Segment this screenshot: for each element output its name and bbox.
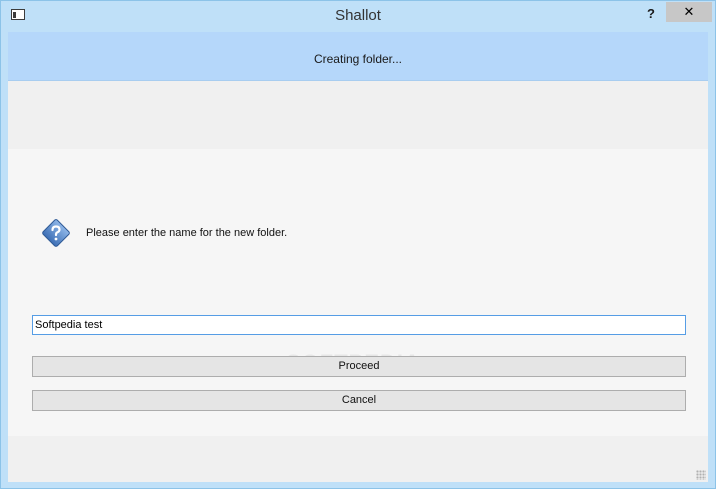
- close-icon: ✕: [683, 4, 695, 19]
- footer-area: [8, 436, 708, 482]
- prompt-label: Please enter the name for the new folder…: [86, 227, 288, 239]
- close-button[interactable]: ✕: [666, 2, 712, 22]
- folder-name-input[interactable]: [32, 315, 686, 335]
- resize-grip[interactable]: [696, 470, 706, 480]
- title-bar[interactable]: Shallot ? ✕: [1, 1, 715, 32]
- help-button[interactable]: ?: [644, 4, 658, 24]
- cancel-button[interactable]: Cancel: [32, 390, 686, 411]
- question-icon: [42, 219, 70, 247]
- window-title: Shallot: [335, 7, 381, 24]
- wizard-panel: Creating folder... Please enter the name…: [8, 32, 708, 482]
- app-window: Shallot ? ✕ Creating folder... Please en…: [0, 0, 716, 489]
- header-subtitle-area: [8, 81, 708, 149]
- page-title: Creating folder...: [313, 52, 403, 66]
- header-banner: Creating folder...: [8, 32, 708, 81]
- proceed-button[interactable]: Proceed: [32, 356, 686, 377]
